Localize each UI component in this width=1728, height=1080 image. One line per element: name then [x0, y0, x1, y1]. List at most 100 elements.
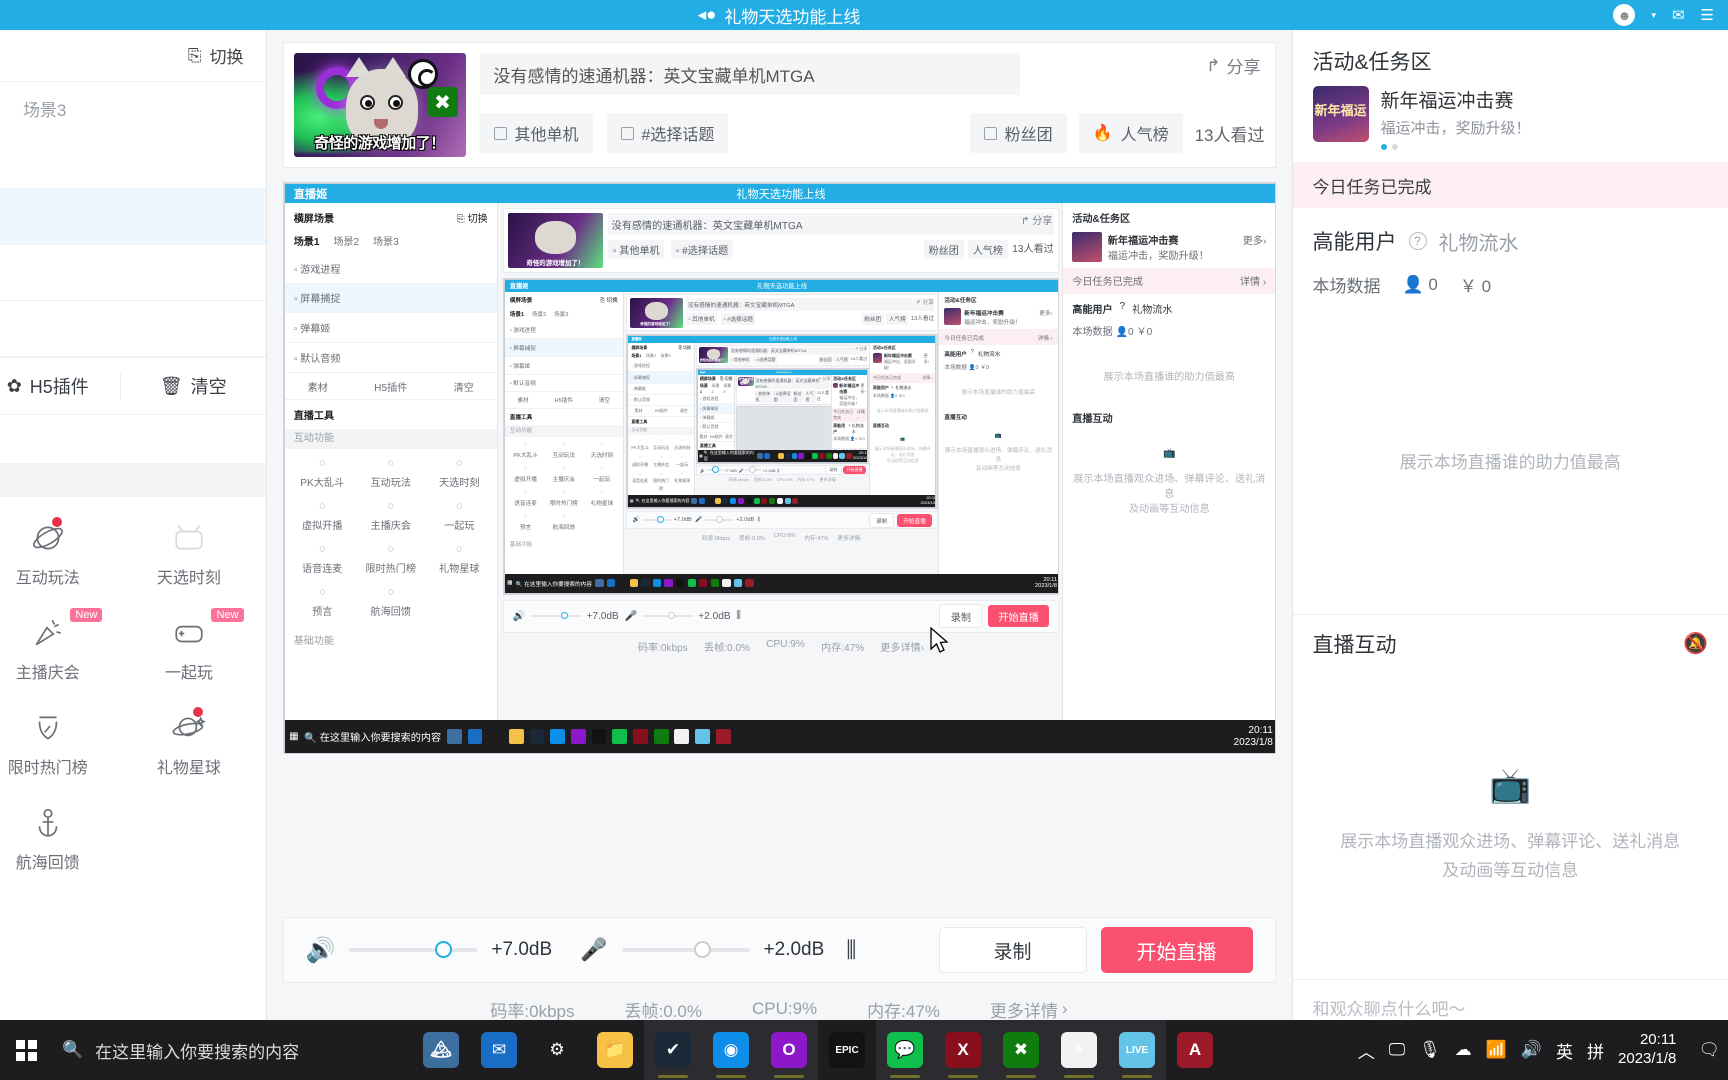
task-status-bar[interactable]: 今日任务已完成 — [1292, 162, 1728, 208]
source-item-danmaku[interactable]: 弹幕姬 — [0, 245, 266, 301]
flame-icon: 🔥 — [1092, 125, 1113, 142]
taskbar-mail-icon[interactable]: ✉ — [470, 1020, 528, 1080]
taskbar-steam-icon[interactable]: ✔ — [644, 1020, 702, 1080]
taskbar-clock[interactable]: 20:11 2023/1/8 — [1618, 1031, 1684, 1069]
ubisoft-logo-icon — [407, 59, 438, 89]
tool-hot-rank[interactable]: 限时热门榜 — [0, 697, 118, 788]
popularity-rank-button[interactable]: 🔥 人气榜 — [1078, 113, 1183, 153]
tool-interactive-play[interactable]: 互动玩法 — [0, 507, 118, 598]
question-mark-icon[interactable]: ? — [1408, 232, 1427, 250]
tool-label: 互动玩法 — [15, 570, 80, 587]
taskbar-search-box[interactable]: 🔍 在这里输入你要搜索的内容 — [52, 1020, 412, 1080]
taskbar-edge-icon[interactable]: ◉ — [702, 1020, 760, 1080]
mixer-icon[interactable]: ⫼ — [846, 937, 856, 963]
fans-club-icon — [983, 126, 997, 140]
tool-label: 限时热门榜 — [7, 760, 88, 777]
chevron-down-icon[interactable]: ▾ — [1651, 10, 1656, 21]
nested-taskbar: ▦ 🔍 在这里输入你要搜索的内容 20:11 2023/1/8 — [284, 719, 1275, 753]
mail-icon[interactable]: ✉ — [1672, 6, 1685, 24]
fans-club-button[interactable]: 粉丝团 — [969, 113, 1067, 153]
speaker-icon[interactable]: 🔊 — [306, 936, 336, 965]
ime-mode-icon[interactable]: 拼 — [1587, 1038, 1604, 1063]
tool-gift-planet[interactable]: 礼物星球 — [118, 697, 259, 788]
viewer-count: 13人看过 — [1194, 125, 1265, 145]
fans-club-label: 粉丝团 — [1004, 127, 1053, 144]
wifi-icon[interactable]: 📶 — [1486, 1040, 1507, 1060]
topic-icon — [620, 126, 634, 140]
cloud-icon[interactable]: ☁ — [1455, 1040, 1472, 1060]
activity-thumbnail: 新年福运 — [1312, 86, 1369, 142]
tool-voyage-feedback[interactable]: 航海回馈 — [0, 792, 118, 883]
mouse-cursor — [929, 627, 949, 653]
nested-right-panel: 活动&任务区 新年福运冲击赛 福运冲击，奖励升级！ 更多› 今日任务已完成 详情 › 高能用… — [1062, 203, 1275, 753]
taskbar-file-explorer-icon[interactable]: 📁 — [586, 1020, 644, 1080]
ime-lang-icon[interactable]: 英 — [1556, 1038, 1573, 1063]
taskbar-xbox-icon[interactable]: ✖ — [992, 1020, 1050, 1080]
clock-time: 20:11 — [1639, 1031, 1677, 1049]
taskbar-settings-icon[interactable]: ⚙ — [528, 1020, 586, 1080]
high-energy-title: 高能用户 — [1312, 231, 1397, 254]
menu-icon[interactable]: ☰ — [1701, 6, 1714, 24]
h5-plugin-button[interactable]: ✿ H5插件 — [0, 373, 121, 399]
record-button[interactable]: 录制 — [938, 927, 1087, 973]
nested-taskbar: ▦ 🔍 在这里输入你要搜索的内容 20:11 2023/1/8 — [698, 449, 869, 462]
mic-volume-slider[interactable] — [621, 941, 750, 958]
speaker-volume-slider[interactable] — [349, 941, 478, 958]
monitor-icon[interactable]: 🖵 — [1389, 1040, 1405, 1060]
activity-card[interactable]: 新年福运 新年福运冲击赛 福运冲击，奖励升级！ — [1293, 86, 1728, 162]
chevron-right-icon: › — [1061, 999, 1068, 1018]
tool-lottery-moment[interactable]: 天选时刻 — [118, 507, 259, 598]
stream-cover-image[interactable]: ✖ 奇怪的游戏增加了！ — [293, 53, 466, 157]
taskbar-wechat-icon[interactable]: 💬 — [876, 1020, 934, 1080]
taskbar-flash-icon[interactable]: ⚡ — [1050, 1020, 1108, 1080]
taskbar-bilibili-live-icon[interactable]: LIVE — [1108, 1020, 1166, 1080]
carousel-dots[interactable] — [1380, 144, 1531, 150]
mic-muted-icon[interactable]: 🎤 — [580, 937, 607, 963]
nested-titlebar: 直播姬 礼物天选功能上线 — [284, 184, 1275, 204]
gamepad-icon — [175, 625, 203, 643]
header-notice[interactable]: ◂● 礼物天选功能上线 — [698, 3, 861, 28]
more-details-link[interactable]: 更多详情 › — [990, 997, 1068, 1022]
bilibili-live-icon: LIVE — [1119, 1032, 1155, 1068]
screen-capture-preview[interactable]: 直播姬 礼物天选功能上线 横屏场景 ⎘ 切换 场景1 场景2 场景3 ▫ 游戏进程 ▫ 屏幕捕捉… — [282, 182, 1276, 754]
windows-start-icon[interactable] — [0, 1039, 52, 1061]
active-indicator — [774, 1075, 804, 1078]
chevron-up-icon[interactable]: ︿ — [1358, 1038, 1375, 1063]
taskbar-photos-icon[interactable]: 🏔 — [412, 1020, 470, 1080]
notification-icon[interactable]: 🗨 — [1698, 1040, 1720, 1060]
source-actions: ⊞ 素材 ✿ H5插件 🗑 清空 — [0, 357, 266, 415]
stream-info-card: ✖ 奇怪的游戏增加了！ ↱ 分享 其他单机 — [282, 42, 1276, 168]
tool-anchor-party[interactable]: New 主播庆会 — [0, 602, 118, 693]
tool-grid: PK大乱斗 互动玩法 天选时刻 虚拟开播 New — [0, 497, 266, 887]
share-button[interactable]: ↱ 分享 — [1206, 53, 1264, 78]
taskbar-x-app-icon[interactable]: X — [934, 1020, 992, 1080]
nested-titlebar: 直播姬 礼物天选功能上线 — [504, 279, 1058, 292]
category-chip[interactable]: 其他单机 — [479, 113, 593, 153]
active-indicator — [1122, 1075, 1152, 1078]
tool-play-together[interactable]: New 一起玩 — [118, 602, 259, 693]
scene-tab-3[interactable]: 场景3 — [23, 96, 66, 121]
settings-icon: ⚙ — [539, 1032, 575, 1068]
tools-title: 直播工具 — [0, 415, 266, 463]
bell-off-icon[interactable]: 🔕 — [1683, 631, 1708, 656]
source-item-screen-capture[interactable]: 屏幕捕捉 — [0, 189, 266, 245]
start-live-button[interactable]: 开始直播 — [1100, 927, 1253, 973]
mic-icon[interactable]: 🎙 — [1419, 1040, 1441, 1060]
search-placeholder: 在这里输入你要搜索的内容 — [95, 1042, 300, 1062]
taskbar-epic-games-icon[interactable]: EPIC — [818, 1020, 876, 1080]
system-tray: ︿ 🖵 🎙 ☁ 📶 🔊 英 拼 20:11 2023/1/8 🗨 — [1358, 1031, 1728, 1069]
taskbar-opera-gx-icon[interactable]: O — [760, 1020, 818, 1080]
clear-button[interactable]: 🗑 清空 — [121, 373, 266, 399]
gift-flow-tab[interactable]: 礼物流水 — [1439, 227, 1519, 256]
source-item-game-process[interactable]: 游戏进程 — [0, 133, 266, 189]
interaction-hint: 展示本场直播观众进场、弹幕评论、送礼消息 及动画等互动信息 — [1340, 831, 1681, 880]
taskbar-game-app-icon[interactable]: A — [1166, 1020, 1224, 1080]
scene-switch-button[interactable]: ⎘ 切换 — [188, 43, 244, 68]
volume-icon[interactable]: 🔊 — [1521, 1040, 1542, 1060]
source-item-audio[interactable]: 默认音频 — [0, 301, 266, 357]
party-icon — [35, 619, 61, 646]
topic-chip[interactable]: #选择话题 — [606, 113, 729, 153]
avatar[interactable]: ☻ — [1613, 4, 1636, 26]
stream-title-input[interactable] — [479, 53, 1020, 95]
bitrate-status: 码率:0kbps — [490, 1001, 575, 1021]
